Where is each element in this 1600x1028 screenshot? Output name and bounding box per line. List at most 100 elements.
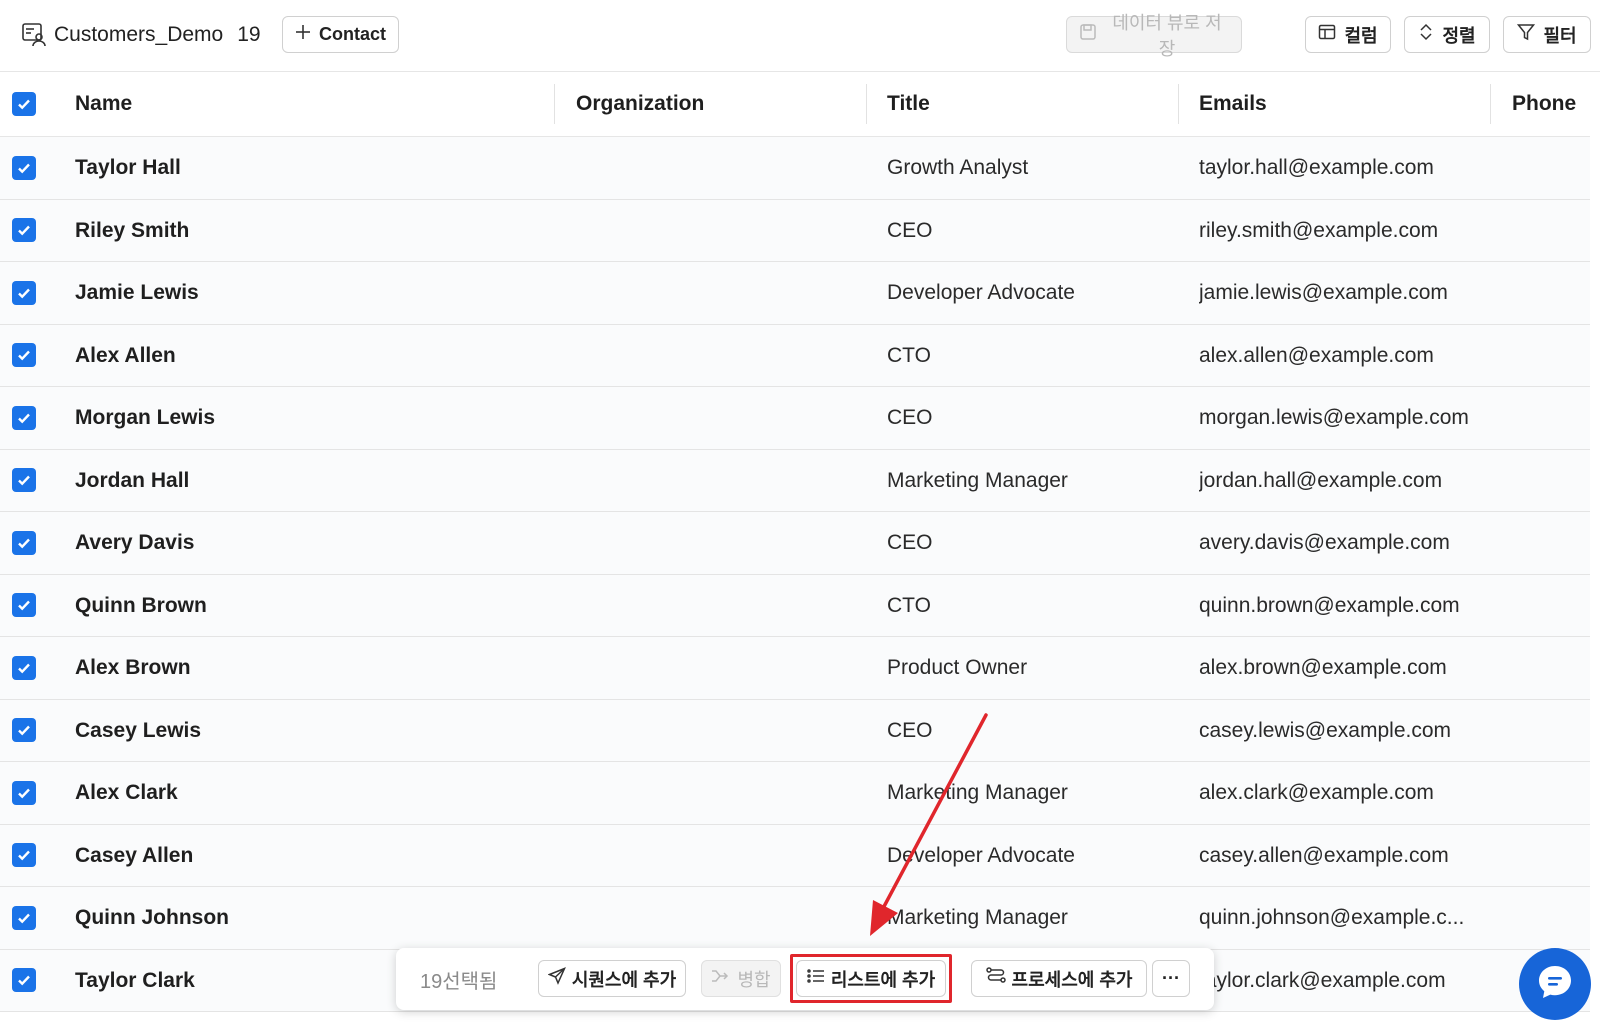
sort-button[interactable]: 정렬 — [1404, 16, 1490, 53]
cell-title[interactable]: CEO — [887, 512, 1187, 574]
table-row[interactable]: Jamie Lewis Developer Advocate jamie.lewis… — [0, 262, 1590, 325]
cell-title[interactable]: CEO — [887, 700, 1187, 762]
table-row[interactable]: Casey Lewis CEO casey.lewis@example.com — [0, 699, 1590, 762]
cell-email[interactable]: casey.lewis@example.com — [1199, 700, 1499, 762]
row-checkbox[interactable] — [12, 655, 36, 680]
table-row[interactable]: Alex Brown Product Owner alex.brown@exampl… — [0, 637, 1590, 700]
column-divider[interactable] — [866, 84, 867, 124]
cell-title[interactable]: CTO — [887, 325, 1187, 387]
save-data-view-button[interactable]: 데이터 뷰로 저장 — [1066, 13, 1242, 59]
cell-title[interactable]: Marketing Manager — [887, 450, 1187, 512]
table-row[interactable]: Taylor Hall Growth Analyst taylor.hall@exa… — [0, 137, 1590, 200]
cell-name[interactable]: Quinn Johnson — [75, 887, 545, 949]
cell-name[interactable]: Jordan Hall — [75, 450, 545, 512]
row-checkbox[interactable] — [12, 218, 36, 243]
table-row[interactable]: Riley Smith CEO riley.smith@example.com — [0, 199, 1590, 262]
row-checkbox[interactable] — [12, 905, 36, 930]
table-row[interactable]: Alex Allen CTO alex.allen@example.com — [0, 324, 1590, 387]
process-icon — [985, 967, 1006, 990]
row-checkbox[interactable] — [12, 718, 36, 743]
cell-title[interactable]: Marketing Manager — [887, 887, 1187, 949]
cell-name[interactable]: Casey Lewis — [75, 700, 545, 762]
column-divider[interactable] — [1178, 84, 1179, 124]
row-checkbox[interactable] — [12, 468, 36, 493]
cell-email[interactable]: casey.allen@example.com — [1199, 825, 1499, 887]
row-checkbox[interactable] — [12, 780, 36, 805]
table-row[interactable]: Quinn Johnson Marketing Manager quinn.john… — [0, 887, 1590, 950]
cell-title[interactable]: CEO — [887, 387, 1187, 449]
table-row[interactable]: Avery Davis CEO avery.davis@example.com — [0, 512, 1590, 575]
cell-name[interactable]: Avery Davis — [75, 512, 545, 574]
cell-title[interactable]: Marketing Manager — [887, 762, 1187, 824]
cell-email[interactable]: morgan.lewis@example.com — [1199, 387, 1499, 449]
cell-title[interactable]: CEO — [887, 200, 1187, 262]
table-row[interactable]: Morgan Lewis CEO morgan.lewis@example.com — [0, 387, 1590, 450]
columns-button[interactable]: 컬럼 — [1305, 16, 1391, 53]
cell-email[interactable]: alex.allen@example.com — [1199, 325, 1499, 387]
row-checkbox[interactable] — [12, 593, 36, 618]
table-row[interactable]: Quinn Brown CTO quinn.brown@example.com — [0, 574, 1590, 637]
columns-icon — [1318, 23, 1336, 46]
merge-button[interactable]: 병합 — [701, 960, 781, 997]
cell-email[interactable]: quinn.johnson@example.c... — [1199, 887, 1499, 949]
column-header-phone[interactable]: Phone — [1512, 72, 1576, 136]
cell-email[interactable]: alex.brown@example.com — [1199, 637, 1499, 699]
cell-name[interactable]: Casey Allen — [75, 825, 545, 887]
row-checkbox[interactable] — [12, 280, 36, 305]
add-to-process-label: 프로세스에 추가 — [1011, 969, 1133, 990]
add-contact-label: Contact — [319, 24, 386, 44]
row-checkbox[interactable] — [12, 530, 36, 555]
cell-name[interactable]: Alex Brown — [75, 637, 545, 699]
row-checkbox[interactable] — [12, 843, 36, 868]
more-actions-button[interactable]: ··· — [1152, 960, 1190, 997]
add-to-sequence-label: 시퀀스에 추가 — [571, 969, 677, 990]
add-to-sequence-button[interactable]: 시퀀스에 추가 — [538, 960, 686, 997]
cell-name[interactable]: Quinn Brown — [75, 575, 545, 637]
column-header-emails[interactable]: Emails — [1199, 72, 1267, 136]
add-to-process-button[interactable]: 프로세스에 추가 — [971, 960, 1147, 997]
add-contact-button[interactable]: Contact — [282, 16, 399, 53]
cell-name[interactable]: Morgan Lewis — [75, 387, 545, 449]
cell-name[interactable]: Alex Allen — [75, 325, 545, 387]
table-row[interactable]: Jordan Hall Marketing Manager jordan.hall@… — [0, 449, 1590, 512]
database-header: Customers_Demo 19 — [20, 16, 261, 54]
row-checkbox[interactable] — [12, 968, 36, 993]
cell-title[interactable]: Developer Advocate — [887, 825, 1187, 887]
table-header: Name Organization Title Emails Phone — [0, 72, 1590, 137]
bulk-action-bar: 19선택됨 시퀀스에 추가 병합 리스트에 추가 프로세스에 추가 ··· — [396, 948, 1214, 1010]
cell-name[interactable]: Jamie Lewis — [75, 262, 545, 324]
filter-button[interactable]: 필터 — [1503, 16, 1591, 53]
column-divider[interactable] — [554, 84, 555, 124]
cell-email[interactable]: jamie.lewis@example.com — [1199, 262, 1499, 324]
chat-support-button[interactable] — [1519, 948, 1591, 1020]
sort-label: 정렬 — [1442, 25, 1476, 46]
column-header-organization[interactable]: Organization — [576, 72, 704, 136]
cell-email[interactable]: riley.smith@example.com — [1199, 200, 1499, 262]
cell-email[interactable]: jordan.hall@example.com — [1199, 450, 1499, 512]
cell-title[interactable]: Product Owner — [887, 637, 1187, 699]
row-checkbox[interactable] — [12, 343, 36, 368]
cell-title[interactable]: CTO — [887, 575, 1187, 637]
cell-name[interactable]: Alex Clark — [75, 762, 545, 824]
plus-icon — [295, 24, 311, 45]
cell-name[interactable]: Riley Smith — [75, 200, 545, 262]
database-title: Customers_Demo — [54, 23, 224, 46]
cell-email[interactable]: taylor.clark@example.com — [1199, 950, 1499, 1012]
select-all-checkbox[interactable] — [12, 92, 36, 116]
table-row[interactable]: Casey Allen Developer Advocate casey.allen… — [0, 824, 1590, 887]
table-row[interactable]: Alex Clark Marketing Manager alex.clark@ex… — [0, 762, 1590, 825]
column-header-name[interactable]: Name — [75, 72, 132, 136]
cell-title[interactable]: Growth Analyst — [887, 137, 1187, 199]
cell-email[interactable]: alex.clark@example.com — [1199, 762, 1499, 824]
cell-title[interactable]: Developer Advocate — [887, 262, 1187, 324]
cell-email[interactable]: avery.davis@example.com — [1199, 512, 1499, 574]
filter-icon — [1517, 23, 1536, 46]
row-checkbox[interactable] — [12, 155, 36, 180]
cell-name[interactable]: Taylor Hall — [75, 137, 545, 199]
column-header-title[interactable]: Title — [887, 72, 930, 136]
row-checkbox[interactable] — [12, 405, 36, 430]
column-divider[interactable] — [1490, 84, 1491, 124]
cell-email[interactable]: taylor.hall@example.com — [1199, 137, 1499, 199]
contacts-database-icon — [20, 20, 50, 50]
cell-email[interactable]: quinn.brown@example.com — [1199, 575, 1499, 637]
